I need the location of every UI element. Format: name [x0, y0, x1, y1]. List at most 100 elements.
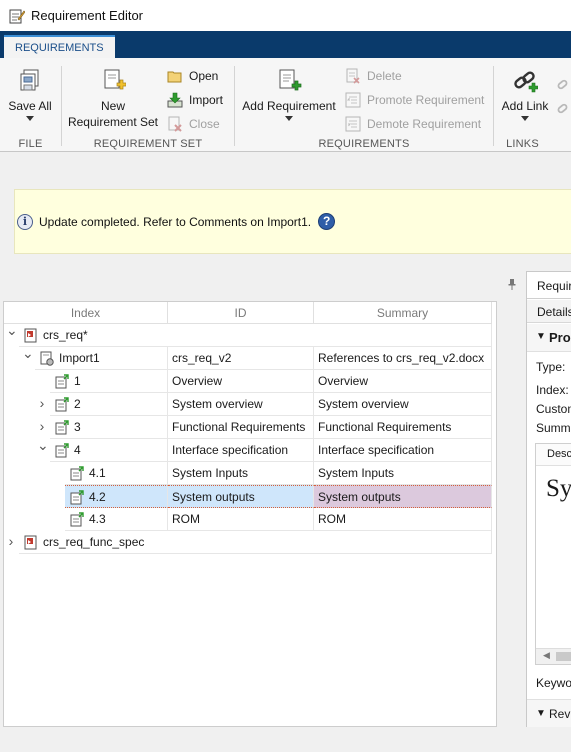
new-label-line2: Requirement Set	[67, 115, 159, 129]
spacer	[0, 152, 571, 188]
tree-index-text: 4.1	[89, 466, 106, 480]
toolstrip-tab-bar: REQUIREMENTS	[0, 31, 571, 58]
type-label: Type:	[536, 360, 566, 374]
link-tertiary-icon[interactable]	[556, 100, 571, 116]
inspector-tab[interactable]: Requirement	[527, 272, 571, 299]
tree-row[interactable]: 4.3 ROM ROM	[4, 508, 498, 531]
new-label-line1: New	[100, 99, 125, 113]
tree-cell-index[interactable]: 4.2	[65, 485, 168, 508]
tree-cell-summary[interactable]: System Inputs	[314, 462, 492, 485]
promote-label: Promote Requirement	[367, 93, 485, 107]
tree-cell-index[interactable]: Import1	[35, 347, 168, 370]
tab-requirements[interactable]: REQUIREMENTS	[4, 35, 115, 58]
chevron-down-icon[interactable]: ⌄	[6, 323, 18, 337]
tree-row[interactable]: ⌄ 4 Interface specification Interface speci…	[4, 438, 498, 462]
scroll-left-icon[interactable]: ◀	[543, 650, 550, 661]
tree-row[interactable]: › 3 Functional Requirements Functional Requ…	[4, 416, 498, 439]
tree-cell-id[interactable]: Overview	[168, 370, 314, 393]
delete-button[interactable]: Delete	[345, 66, 402, 86]
tree-cell-summary[interactable]: ROM	[314, 508, 492, 531]
properties-section-header[interactable]: ▼ Properties	[527, 324, 571, 352]
tree-row[interactable]: ⌄ Import1 crs_req_v2 References to crs_req_…	[4, 346, 498, 370]
add-link-button[interactable]: Add Link	[498, 68, 552, 121]
add-link-dropdown-icon[interactable]	[521, 116, 529, 121]
tree-index-text: 4.2	[89, 490, 106, 504]
tree-cell-index[interactable]: 4.1	[65, 462, 168, 485]
chevron-right-icon[interactable]: ›	[6, 534, 16, 548]
links-group: Add Link LINKS	[494, 58, 571, 152]
section-collapse-icon: ▼	[536, 331, 546, 342]
chevron-right-icon[interactable]: ›	[37, 396, 47, 410]
tree-row[interactable]: ⌄ crs_req*	[4, 323, 498, 347]
pin-icon[interactable]	[508, 278, 516, 290]
tree-row[interactable]: › crs_req_func_spec	[4, 531, 498, 554]
link-secondary-icon[interactable]	[556, 76, 571, 92]
links-group-label: LINKS	[506, 138, 539, 150]
tree-row[interactable]: 1 Overview Overview	[4, 370, 498, 393]
description-tab[interactable]: Description	[536, 444, 571, 466]
add-requirement-label: Add Requirement	[242, 99, 336, 113]
file-group: Save All FILE	[0, 58, 61, 152]
delete-icon	[345, 68, 361, 84]
scrollbar-thumb[interactable]	[556, 652, 571, 661]
tree-index-text: Import1	[59, 351, 100, 365]
tree-cell-summary[interactable]: System overview	[314, 393, 492, 416]
column-header-index[interactable]: Index	[4, 302, 168, 324]
tree-cell-id[interactable]: System outputs	[168, 485, 314, 508]
tree-row[interactable]: › 2 System overview System overview	[4, 393, 498, 416]
tree-index-text: 4.3	[89, 512, 106, 526]
horizontal-scrollbar[interactable]: ◀	[536, 648, 571, 664]
import-node-icon	[40, 351, 54, 366]
status-area	[0, 727, 571, 752]
chevron-right-icon[interactable]: ›	[37, 419, 47, 433]
help-icon[interactable]: ?	[318, 213, 336, 230]
column-header-summary[interactable]: Summary	[314, 302, 492, 324]
tree-cell-index[interactable]: 1	[50, 370, 168, 393]
tree-row[interactable]: 4.1 System Inputs System Inputs	[4, 462, 498, 485]
demote-icon	[345, 116, 361, 132]
tree-cell-index[interactable]: 4	[50, 439, 168, 462]
promote-requirement-button[interactable]: Promote Requirement	[345, 90, 484, 110]
tree-cell-id[interactable]: System Inputs	[168, 462, 314, 485]
requirement-set-group: New Requirement Set Open Import Close RE…	[62, 58, 234, 152]
summary-label: Summary:	[536, 421, 571, 435]
tree-cell-id[interactable]: Functional Requirements	[168, 416, 314, 439]
tree-cell-summary[interactable]: References to crs_req_v2.docx	[314, 347, 492, 370]
tree-cell-summary[interactable]: Overview	[314, 370, 492, 393]
tree-cell-id[interactable]: System overview	[168, 393, 314, 416]
tree-cell-id[interactable]: crs_req_v2	[168, 347, 314, 370]
chevron-down-icon[interactable]: ⌄	[22, 346, 34, 360]
tree-cell-summary[interactable]: Functional Requirements	[314, 416, 492, 439]
details-tab-label: Details	[537, 305, 571, 319]
tree-index-text: 3	[74, 420, 81, 434]
tree-index-text: 2	[74, 397, 81, 411]
revision-section-header[interactable]: ▼ Revision	[527, 699, 571, 727]
chevron-down-icon[interactable]: ⌄	[37, 438, 49, 452]
add-requirement-button[interactable]: Add Requirement	[239, 68, 339, 121]
tree-cell-index[interactable]: 3	[50, 416, 168, 439]
tree-cell-index[interactable]: 2	[50, 393, 168, 416]
add-requirement-dropdown-icon[interactable]	[285, 116, 293, 121]
new-requirement-set-button[interactable]: New Requirement Set	[66, 68, 160, 130]
tree-cell-index[interactable]: 4.3	[65, 508, 168, 531]
open-button[interactable]: Open	[167, 66, 218, 86]
window-title: Requirement Editor	[31, 8, 143, 23]
tree-cell-summary[interactable]: System outputs	[314, 485, 492, 508]
description-editor[interactable]: Description System outputs ◀	[535, 443, 571, 665]
tree-cell-summary[interactable]: Interface specification	[314, 439, 492, 462]
import-icon	[167, 92, 183, 108]
save-all-button[interactable]: Save All	[6, 68, 54, 121]
tree-cell-index[interactable]: crs_req*	[19, 324, 492, 347]
tree-cell-id[interactable]: ROM	[168, 508, 314, 531]
tree-cell-id[interactable]: Interface specification	[168, 439, 314, 462]
requirements-group-label: REQUIREMENTS	[318, 138, 410, 150]
save-all-dropdown-icon[interactable]	[26, 116, 34, 121]
close-button[interactable]: Close	[167, 114, 220, 134]
demote-requirement-button[interactable]: Demote Requirement	[345, 114, 481, 134]
tree-row[interactable]: 4.2 System outputs System outputs	[4, 485, 498, 508]
reference-icon	[70, 490, 84, 505]
column-header-id[interactable]: ID	[168, 302, 314, 324]
details-tab[interactable]: Details	[527, 300, 571, 323]
tree-cell-index[interactable]: crs_req_func_spec	[19, 531, 492, 554]
import-button[interactable]: Import	[167, 90, 223, 110]
